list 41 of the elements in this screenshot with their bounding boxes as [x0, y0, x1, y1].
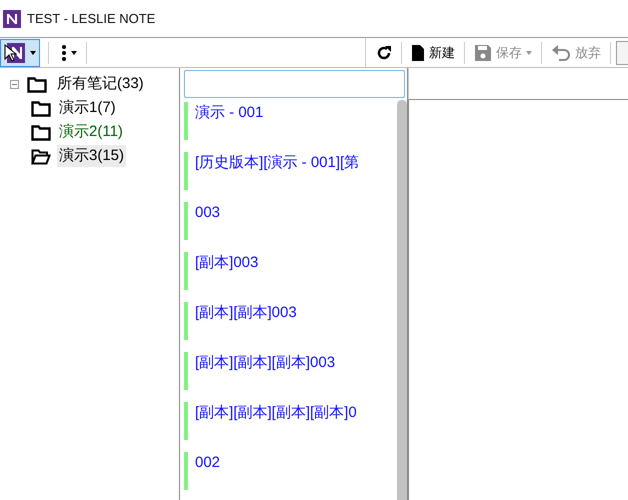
open-folder-icon [31, 148, 51, 164]
note-title[interactable]: 演示 - 001 [188, 103, 264, 123]
tree-item[interactable]: 演示2(11) [57, 120, 125, 144]
note-title[interactable]: [副本][副本]003 [188, 303, 297, 323]
caret-icon [30, 50, 36, 54]
note-marker [184, 452, 188, 490]
note-marker [184, 202, 188, 240]
note-title[interactable]: [副本]003 [188, 253, 258, 273]
refresh-icon [376, 44, 392, 60]
more-icon [61, 44, 67, 62]
search-field[interactable] [184, 70, 405, 98]
note-title[interactable]: 003 [188, 203, 220, 223]
tree-item[interactable]: 演示3(15) [57, 144, 126, 168]
tree-item[interactable]: 所有笔记(33) [55, 72, 146, 96]
title-field[interactable] [408, 68, 628, 100]
caret-icon [526, 50, 532, 54]
note-title[interactable]: [历史版本][演示 - 001][第 [188, 153, 360, 173]
folder-icon [31, 100, 51, 116]
note-marker [184, 252, 188, 290]
note-title[interactable]: [副本][副本][副本][副本]0 [188, 403, 357, 423]
scrollbar-thumb[interactable] [397, 100, 407, 500]
folder-icon [27, 76, 47, 92]
app-button[interactable] [0, 38, 40, 66]
new-button[interactable]: 新建 [407, 38, 459, 66]
note-marker [184, 402, 188, 440]
caret-icon [71, 50, 77, 54]
window-title: TEST - LESLIE NOTE [27, 10, 156, 28]
tree-item[interactable]: 演示1(7) [57, 96, 118, 120]
note-marker [184, 352, 188, 390]
note-title[interactable]: [副本][副本][副本]003 [188, 353, 336, 373]
note-marker [184, 102, 188, 140]
document-icon [411, 44, 425, 62]
app-cursor-icon [4, 42, 26, 64]
note-marker [184, 152, 188, 190]
app-logo-icon [3, 10, 21, 28]
collapse-toggle[interactable] [10, 80, 19, 88]
cut-off-button[interactable] [616, 40, 628, 64]
folder-icon [31, 124, 51, 140]
undo-icon [551, 44, 571, 62]
note-title[interactable]: 002 [188, 453, 220, 473]
note-marker [184, 302, 188, 340]
